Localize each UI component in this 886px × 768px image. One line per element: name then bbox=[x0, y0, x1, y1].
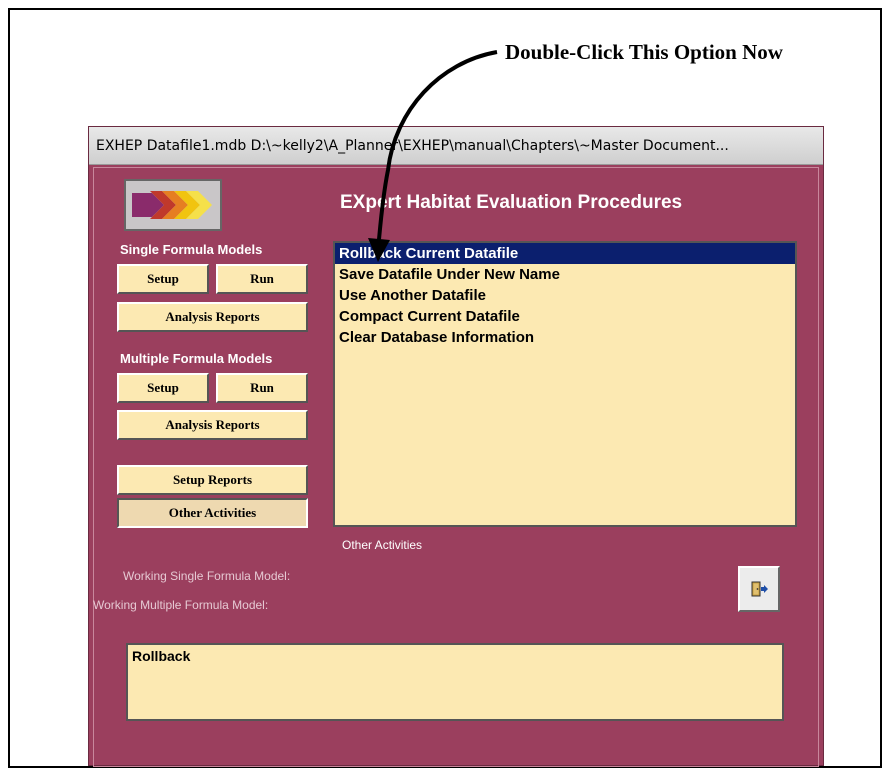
list-item-compact[interactable]: Compact Current Datafile bbox=[335, 306, 795, 327]
list-item-save-as[interactable]: Save Datafile Under New Name bbox=[335, 264, 795, 285]
setup-reports-button[interactable]: Setup Reports bbox=[117, 465, 308, 495]
status-text: Rollback bbox=[132, 648, 191, 664]
exit-button[interactable] bbox=[738, 566, 780, 612]
options-listbox[interactable]: Rollback Current Datafile Save Datafile … bbox=[333, 241, 797, 527]
list-item-clear[interactable]: Clear Database Information bbox=[335, 327, 795, 348]
working-single-label: Working Single Formula Model: bbox=[123, 569, 291, 583]
list-caption: Other Activities bbox=[342, 538, 423, 552]
single-formula-label: Single Formula Models bbox=[120, 242, 263, 257]
window-titlebar: EXHEP Datafile1.mdb D:\~kelly2\A_Planner… bbox=[89, 127, 823, 165]
multiple-formula-label: Multiple Formula Models bbox=[120, 351, 273, 366]
app-title: EXpert Habitat Evaluation Procedures bbox=[340, 192, 683, 213]
single-analysis-reports-button[interactable]: Analysis Reports bbox=[117, 302, 308, 332]
list-item-rollback[interactable]: Rollback Current Datafile bbox=[335, 243, 795, 264]
working-multiple-label: Working Multiple Formula Model: bbox=[93, 598, 269, 612]
list-item-use-another[interactable]: Use Another Datafile bbox=[335, 285, 795, 306]
multiple-analysis-reports-button[interactable]: Analysis Reports bbox=[117, 410, 308, 440]
callout-text: Double-Click This Option Now bbox=[505, 40, 783, 64]
single-run-button[interactable]: Run bbox=[216, 264, 308, 294]
exit-door-icon bbox=[751, 581, 768, 597]
single-setup-button[interactable]: Setup bbox=[117, 264, 209, 294]
multiple-setup-button[interactable]: Setup bbox=[117, 373, 209, 403]
status-description-box: Rollback bbox=[126, 643, 784, 721]
other-activities-button[interactable]: Other Activities bbox=[117, 498, 308, 528]
multiple-run-button[interactable]: Run bbox=[216, 373, 308, 403]
chevron-arrows-logo-icon bbox=[124, 179, 222, 231]
